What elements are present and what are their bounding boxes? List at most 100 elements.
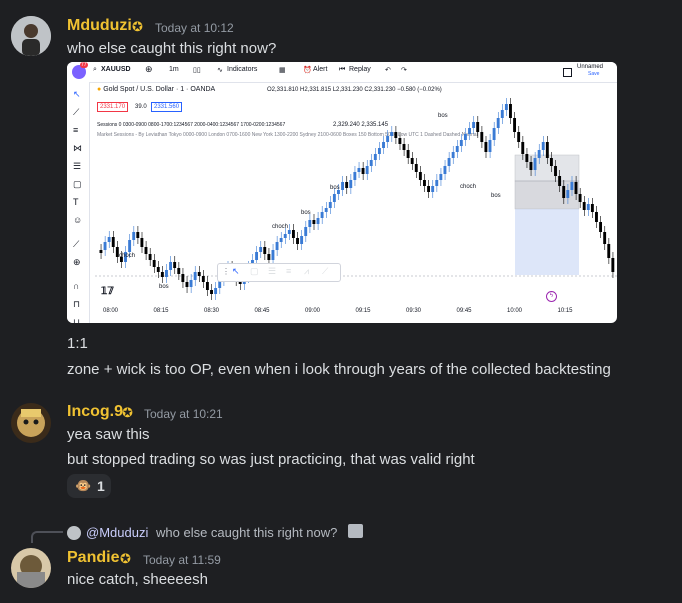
avatar[interactable] bbox=[11, 16, 51, 56]
time-tick: 09:00 bbox=[305, 308, 321, 314]
chart-screenshot-image[interactable]: 77 ⌕ XAUUSD ⊕ 1m ▯▯ ∿ Indicators ▦ ⏰ Ale… bbox=[67, 62, 617, 323]
username[interactable]: Incog.9 bbox=[67, 403, 123, 421]
candle-body bbox=[165, 270, 168, 277]
message-text: but stopped trading so was just practici… bbox=[67, 451, 475, 468]
candle-body bbox=[394, 132, 398, 138]
candle-body bbox=[599, 222, 603, 232]
candle-body bbox=[406, 150, 410, 158]
candle-body bbox=[427, 186, 431, 192]
candle-body bbox=[525, 154, 529, 162]
avatar[interactable] bbox=[11, 403, 51, 443]
candle-body bbox=[107, 237, 111, 242]
candle-body bbox=[369, 160, 373, 166]
candle-body bbox=[144, 247, 148, 254]
candle-body bbox=[373, 154, 377, 160]
rectangle-tool-icon[interactable]: ▢ bbox=[250, 266, 259, 277]
message-text: 1:1 bbox=[67, 335, 88, 352]
candle-body bbox=[156, 267, 160, 272]
candle-body bbox=[210, 290, 213, 294]
structure-label: bos bbox=[438, 113, 448, 119]
path-tool-icon[interactable]: ⩘ bbox=[304, 266, 309, 277]
structure-label: bos bbox=[301, 210, 311, 216]
fib-tool-icon[interactable]: ☰ bbox=[268, 266, 276, 277]
structure-label: choch bbox=[119, 253, 135, 259]
badge-icon: ✪ bbox=[122, 405, 133, 420]
monkey-emoji-icon: 🐵 bbox=[75, 478, 92, 493]
candle-body bbox=[537, 150, 541, 158]
candle-body bbox=[439, 174, 443, 180]
candle-body bbox=[197, 272, 201, 276]
candle-body bbox=[316, 218, 320, 224]
candle-body bbox=[574, 182, 578, 194]
candle-body bbox=[255, 252, 259, 260]
username[interactable]: Mduduzi bbox=[67, 17, 132, 35]
candle-body bbox=[201, 276, 205, 282]
candle-body bbox=[488, 140, 492, 152]
candle-body bbox=[435, 180, 439, 186]
candle-body bbox=[205, 282, 209, 290]
time-tick: 10:00 bbox=[507, 308, 523, 314]
candle-body bbox=[423, 180, 426, 186]
candle-body bbox=[263, 247, 267, 254]
candle-body bbox=[296, 238, 299, 244]
candle-body bbox=[103, 242, 107, 250]
zone-box bbox=[514, 154, 580, 182]
candle-body bbox=[463, 134, 467, 140]
candle-body bbox=[332, 194, 336, 202]
candle-body bbox=[590, 204, 594, 212]
candle-body bbox=[181, 274, 185, 282]
message-text: nice catch, sheeeesh bbox=[67, 571, 208, 588]
tradingview-logo: 𝟙𝟟 bbox=[101, 286, 114, 297]
line-tool-icon[interactable]: ⟋ bbox=[322, 266, 328, 277]
candle-body bbox=[402, 144, 406, 150]
candle-body bbox=[152, 260, 156, 267]
candle-body bbox=[545, 142, 549, 158]
timestamp: Today at 10:12 bbox=[155, 21, 234, 35]
time-tick: 09:45 bbox=[457, 308, 473, 314]
hlines-tool-icon[interactable]: ≡ bbox=[286, 266, 291, 276]
structure-label: bos bbox=[159, 284, 169, 290]
select-tool-icon[interactable]: ↖ bbox=[232, 266, 240, 277]
candle-body bbox=[500, 110, 504, 118]
candle-body bbox=[300, 236, 304, 244]
candle-body bbox=[312, 220, 316, 224]
candle-body bbox=[476, 122, 480, 132]
candle-body bbox=[341, 182, 345, 190]
candle-body bbox=[173, 262, 177, 268]
reply-mention[interactable]: @Mduduzi bbox=[86, 525, 148, 540]
avatar[interactable] bbox=[11, 548, 51, 588]
candle-body bbox=[418, 172, 422, 180]
candle-body bbox=[185, 282, 189, 287]
candle-body bbox=[611, 258, 615, 272]
badge-icon: ✪ bbox=[132, 19, 143, 34]
message-text: yea saw this bbox=[67, 426, 150, 443]
candle-body bbox=[267, 254, 271, 260]
username[interactable]: Pandie bbox=[67, 549, 119, 567]
structure-label: choch bbox=[460, 184, 476, 190]
floating-drawing-toolbar: ⋮ ↖ ▢ ☰ ≡ ⩘ ⟋ bbox=[217, 263, 341, 282]
candle-body bbox=[496, 118, 500, 128]
candle-body bbox=[382, 142, 385, 148]
candle-body bbox=[169, 262, 173, 270]
reply-text[interactable]: who else caught this right now? bbox=[156, 525, 337, 540]
reaction-pill[interactable]: 🐵 1 bbox=[67, 474, 111, 498]
candle-body bbox=[136, 232, 140, 238]
candle-body bbox=[603, 232, 607, 244]
reply-avatar bbox=[67, 526, 81, 540]
timestamp: Today at 11:59 bbox=[143, 553, 221, 567]
candle-body bbox=[390, 132, 394, 136]
candle-body bbox=[353, 172, 357, 180]
candle-body bbox=[410, 158, 414, 164]
candle-body bbox=[414, 164, 418, 172]
lightning-icon: ϟ bbox=[546, 291, 557, 302]
candle-body bbox=[517, 132, 521, 142]
candle-body bbox=[308, 220, 312, 227]
candle-body bbox=[570, 182, 574, 190]
drag-handle-icon[interactable]: ⋮ bbox=[222, 267, 230, 276]
message-text: zone + wick is too OP, even when i look … bbox=[67, 361, 611, 378]
timestamp: Today at 10:21 bbox=[144, 407, 223, 421]
candle-body bbox=[377, 148, 381, 154]
candle-body bbox=[492, 128, 496, 140]
price-chart[interactable]: choch bos choch bos bos bos choch bos 08:00 08:15… bbox=[67, 62, 617, 323]
candle-body bbox=[558, 176, 562, 186]
